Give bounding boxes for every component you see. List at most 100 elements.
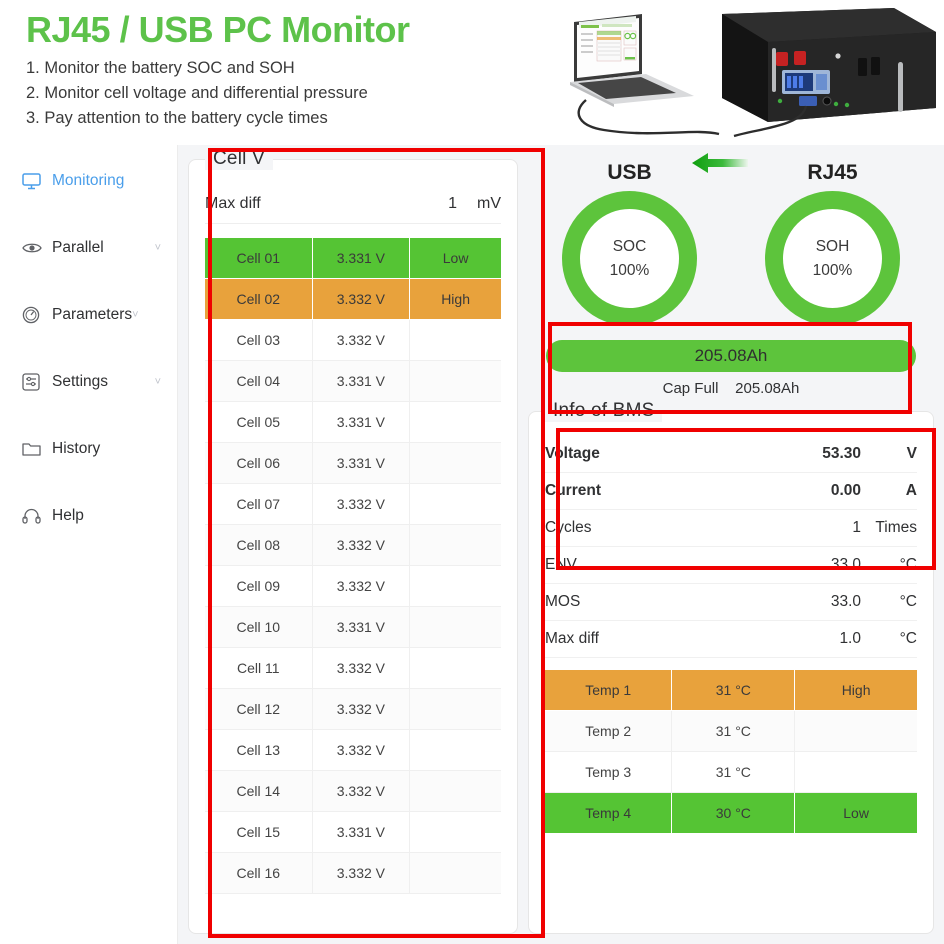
- soh-ring: SOH 100%: [765, 191, 900, 326]
- temperature-value: 31 °C: [671, 752, 795, 793]
- cell-name: Cell 12: [205, 689, 312, 730]
- chevron-down-icon[interactable]: ˅: [155, 376, 161, 388]
- bms-info-card: Info of BMS Voltage 53.30 V Current 0.00 A Cyc…: [528, 400, 934, 934]
- bms-info-key: ENV: [545, 556, 577, 573]
- cell-voltage-value: 3.332 V: [311, 525, 410, 566]
- cell-row[interactable]: Cell 03 3.332 V: [205, 320, 501, 361]
- bms-info-row: Current 0.00 A: [545, 473, 917, 510]
- cell-row[interactable]: Cell 15 3.331 V: [205, 812, 501, 853]
- bms-info-row: Cycles 1 Times: [545, 510, 917, 547]
- gauge-rj45: RJ45 SOH 100%: [765, 161, 900, 326]
- temperature-row[interactable]: Temp 4 30 °C Low: [545, 793, 917, 834]
- cell-status: High: [409, 279, 501, 320]
- page-title: RJ45 / USB PC Monitor: [26, 9, 410, 50]
- cell-voltage-value: 3.332 V: [311, 320, 410, 361]
- bms-info-value: 53.30: [822, 445, 861, 462]
- cell-row[interactable]: Cell 07 3.332 V: [205, 484, 501, 525]
- bms-info-unit: °C: [899, 556, 917, 573]
- sidebar-item-history[interactable]: History: [0, 427, 177, 471]
- cell-voltage-value: 3.332 V: [311, 566, 410, 607]
- cell-status: [409, 361, 501, 402]
- page-header: RJ45 / USB PC Monitor 1. Monitor the bat…: [0, 0, 560, 140]
- cell-status: [409, 484, 501, 525]
- sidebar-item-label: Monitoring: [52, 172, 125, 189]
- cell-row[interactable]: Cell 08 3.332 V: [205, 525, 501, 566]
- cell-status: [409, 771, 501, 812]
- bms-info-row: Max diff 1.0 °C: [545, 621, 917, 658]
- bms-info-value: 33.0: [830, 556, 861, 573]
- soc-ring: SOC 100%: [562, 191, 697, 326]
- cell-row[interactable]: Cell 05 3.331 V: [205, 402, 501, 443]
- sidebar-item-label: Parallel: [52, 239, 104, 256]
- cell-status: [409, 443, 501, 484]
- usb-label: USB: [607, 161, 652, 184]
- sidebar-item-settings[interactable]: Settings ˅: [0, 360, 177, 404]
- cell-row[interactable]: Cell 16 3.332 V: [205, 853, 501, 894]
- temperature-row[interactable]: Temp 1 31 °C High: [545, 670, 917, 711]
- cell-max-diff-row: Max diff 1 mV: [205, 184, 501, 224]
- bms-info-value: 1.0: [839, 630, 861, 647]
- temperature-row[interactable]: Temp 3 31 °C: [545, 752, 917, 793]
- cell-row[interactable]: Cell 02 3.332 V High: [205, 279, 501, 320]
- cell-name: Cell 05: [205, 402, 312, 443]
- cell-max-diff-label: Max diff: [205, 194, 261, 212]
- cell-voltage-value: 3.332 V: [311, 648, 410, 689]
- cell-voltage-value: 3.331 V: [311, 238, 410, 279]
- temperature-status: [794, 752, 917, 793]
- chevron-down-icon[interactable]: ˅: [155, 242, 161, 254]
- cell-name: Cell 04: [205, 361, 312, 402]
- cell-row[interactable]: Cell 12 3.332 V: [205, 689, 501, 730]
- cell-row[interactable]: Cell 11 3.332 V: [205, 648, 501, 689]
- cell-status: [409, 730, 501, 771]
- capacity-full-label: Cap Full: [662, 380, 719, 397]
- sidebar: Monitoring Parallel ˅ Parameters ˅ Setti…: [0, 145, 178, 944]
- sidebar-item-label: History: [52, 440, 101, 457]
- bms-info-key: Cycles: [545, 519, 592, 536]
- cell-max-diff-unit: mV: [477, 194, 501, 212]
- cell-status: [409, 812, 501, 853]
- cell-voltage-value: 3.331 V: [311, 812, 410, 853]
- cell-row[interactable]: Cell 14 3.332 V: [205, 771, 501, 812]
- bms-rows: Voltage 53.30 V Current 0.00 A Cycles 1 Times ENV…: [545, 436, 917, 658]
- chevron-down-icon[interactable]: ˅: [132, 309, 138, 321]
- sidebar-item-parallel[interactable]: Parallel ˅: [0, 226, 177, 270]
- status-column: USB SOC 100% RJ45 SOH 100% 205.08Ah Cap …: [528, 159, 934, 934]
- cell-row[interactable]: Cell 06 3.331 V: [205, 443, 501, 484]
- cell-status: Low: [409, 238, 501, 279]
- cell-row[interactable]: Cell 10 3.331 V: [205, 607, 501, 648]
- temperature-table: Temp 1 31 °C High Temp 2 31 °C Temp 3 31 °C Tem…: [545, 670, 917, 834]
- bms-info-unit: A: [905, 482, 917, 499]
- bms-info-unit: °C: [899, 593, 917, 610]
- bms-info-key: Current: [545, 482, 601, 499]
- temperature-row[interactable]: Temp 2 31 °C: [545, 711, 917, 752]
- bms-info-unit: °C: [899, 630, 917, 647]
- cell-voltage-value: 3.332 V: [311, 689, 410, 730]
- temperature-name: Temp 3: [545, 752, 672, 793]
- cell-row[interactable]: Cell 09 3.332 V: [205, 566, 501, 607]
- cell-row[interactable]: Cell 04 3.331 V: [205, 361, 501, 402]
- temperature-name: Temp 1: [545, 670, 672, 711]
- sidebar-item-help[interactable]: Help: [0, 494, 177, 538]
- bms-info-legend: Info of BMS: [545, 400, 663, 422]
- cell-row[interactable]: Cell 13 3.332 V: [205, 730, 501, 771]
- cell-name: Cell 11: [205, 648, 312, 689]
- temperature-status: High: [794, 670, 917, 711]
- eye-icon: [22, 238, 48, 258]
- sidebar-item-monitoring[interactable]: Monitoring: [0, 159, 177, 203]
- cell-voltage-value: 3.331 V: [311, 607, 410, 648]
- soc-metric-value: 100%: [609, 261, 650, 279]
- cell-voltage-table: Cell 01 3.331 V Low Cell 02 3.332 V High Cell …: [205, 238, 501, 894]
- sidebar-item-parameters[interactable]: Parameters ˅: [0, 293, 177, 337]
- gauge-icon: [22, 305, 48, 325]
- cell-voltage-column: Cell V Max diff 1 mV Cell 01 3.331 V Low Ce…: [188, 148, 518, 934]
- cell-row[interactable]: Cell 01 3.331 V Low: [205, 238, 501, 279]
- bms-info-unit: V: [906, 445, 917, 462]
- cell-name: Cell 02: [205, 279, 312, 320]
- cell-name: Cell 03: [205, 320, 312, 361]
- feature-list: 1. Monitor the battery SOC and SOH 2. Mo…: [26, 56, 560, 131]
- temperature-name: Temp 4: [545, 793, 672, 834]
- cell-voltage-value: 3.332 V: [311, 484, 410, 525]
- cell-status: [409, 607, 501, 648]
- cell-name: Cell 06: [205, 443, 312, 484]
- gauges-row: USB SOC 100% RJ45 SOH 100%: [528, 159, 934, 326]
